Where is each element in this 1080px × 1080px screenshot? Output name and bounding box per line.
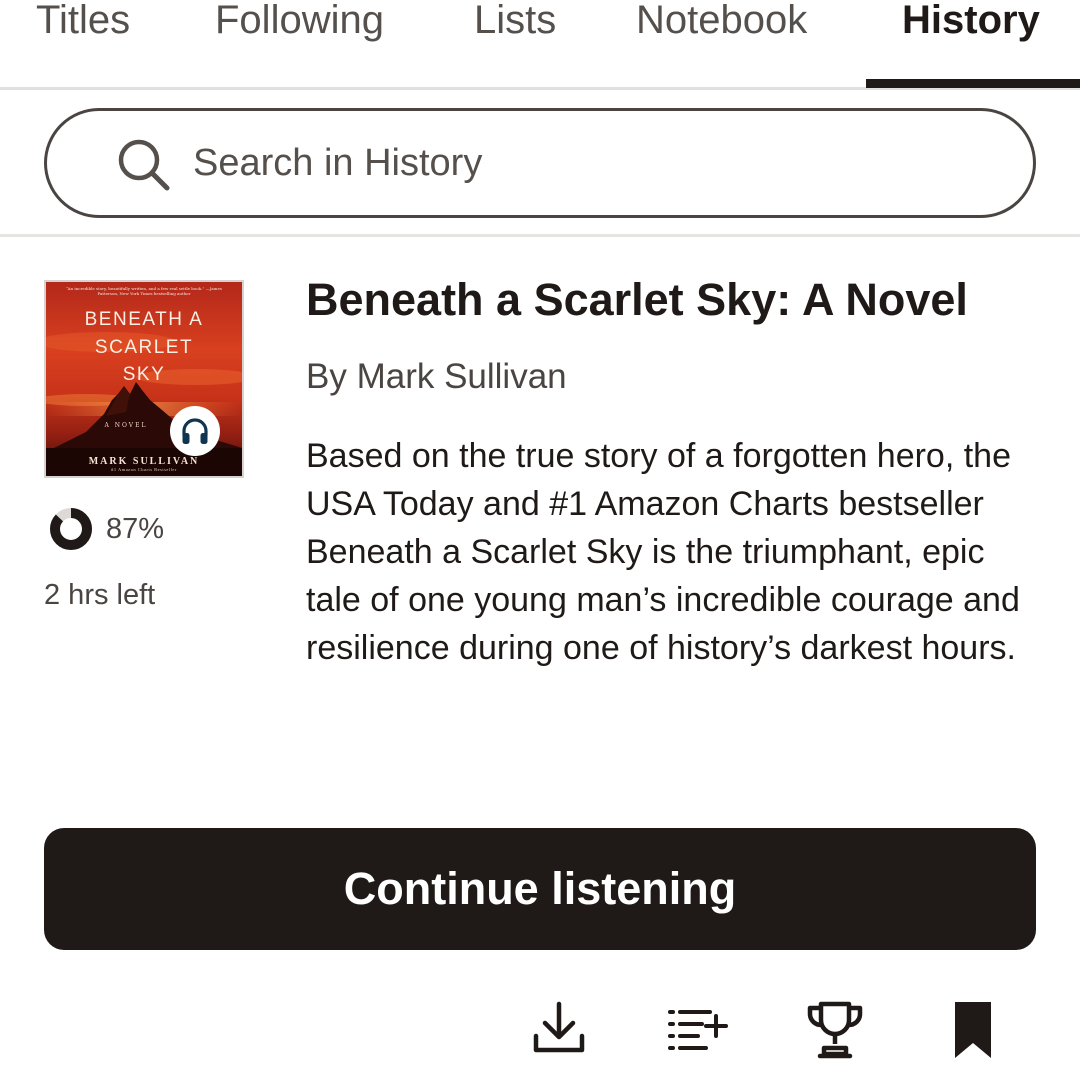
tab-following[interactable]: Following <box>215 0 384 46</box>
continue-listening-button[interactable]: Continue listening <box>44 828 1036 950</box>
book-author[interactable]: By Mark Sullivan <box>306 354 567 400</box>
progress-ring <box>50 508 92 550</box>
search-input[interactable]: Search in History <box>44 108 1036 218</box>
book-description: Based on the true story of a forgotten h… <box>306 437 1020 667</box>
add-to-list-button[interactable] <box>664 996 730 1062</box>
history-screen: Titles Following Lists Notebook History … <box>0 0 1080 1080</box>
cover-title-line: SKY <box>122 364 166 385</box>
cover-tagline: #1 Amazon Charts Bestseller <box>111 467 177 472</box>
achievements-button[interactable] <box>802 996 868 1062</box>
bookmark-button[interactable] <box>940 996 1006 1062</box>
active-tab-indicator <box>866 79 1080 88</box>
bookmark-icon <box>955 1002 991 1058</box>
tab-titles[interactable]: Titles <box>36 0 130 46</box>
book-title[interactable]: Beneath a Scarlet Sky: A Novel <box>306 272 968 328</box>
download-button[interactable] <box>526 996 592 1062</box>
cover-blurb: “An incredible story, beautifully writte… <box>66 286 222 296</box>
tab-lists[interactable]: Lists <box>474 0 556 46</box>
audiobook-badge <box>170 406 220 456</box>
section-divider <box>0 234 1080 237</box>
search-placeholder: Search in History <box>193 142 483 184</box>
progress-arc <box>50 508 92 550</box>
tab-bar: Titles Following Lists Notebook History <box>0 0 1080 90</box>
headphones-icon <box>182 418 208 444</box>
tab-notebook[interactable]: Notebook <box>636 0 807 46</box>
cover-title-line: BENEATH A <box>84 309 204 330</box>
download-icon <box>533 1001 585 1053</box>
add-to-list-icon <box>668 1010 728 1050</box>
search-icon <box>115 136 173 194</box>
tab-history[interactable]: History <box>902 0 1040 46</box>
cover-title: BENEATH A SCARLET SKY <box>46 306 242 389</box>
progress-percent: 87% <box>106 513 165 545</box>
book-cover[interactable]: “An incredible story, beautifully writte… <box>44 280 244 478</box>
cover-author: MARK SULLIVAN <box>88 456 200 467</box>
time-left: 2 hrs left <box>44 579 156 611</box>
cover-title-line: SCARLET <box>94 336 194 358</box>
trophy-icon <box>807 1001 863 1059</box>
